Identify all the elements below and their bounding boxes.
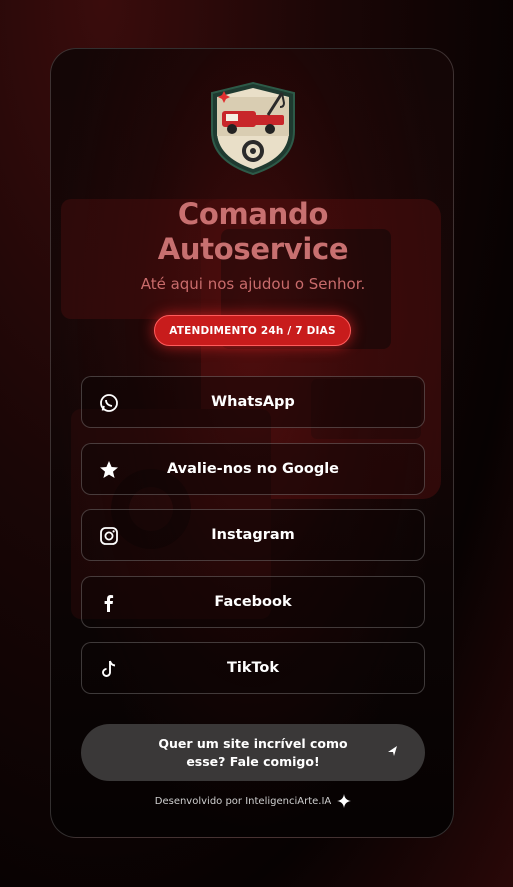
cursor-arrow-icon — [388, 746, 397, 756]
link-label: Instagram — [211, 527, 295, 543]
contact-developer-button[interactable]: Quer um site incrível como esse? Fale co… — [81, 724, 425, 781]
link-label: Avalie-nos no Google — [166, 460, 340, 477]
link-list: WhatsApp Avalie-nos no Google Instagram — [81, 376, 425, 709]
instagram-button[interactable]: Instagram — [81, 509, 425, 561]
availability-badge: ATENDIMENTO 24h / 7 DIAS — [154, 315, 351, 346]
google-review-button[interactable]: Avalie-nos no Google — [81, 442, 425, 495]
sparkle-icon — [337, 794, 352, 808]
star-icon — [98, 459, 120, 481]
profile-tagline: Até aqui nos ajudou o Senhor. — [140, 275, 366, 293]
link-label: WhatsApp — [211, 394, 295, 410]
profile-name: Comando Autoservice — [157, 197, 349, 266]
facebook-icon — [98, 592, 120, 614]
tiktok-icon — [98, 658, 120, 680]
link-label: TikTok — [226, 660, 280, 676]
link-label: Facebook — [214, 593, 292, 610]
tiktok-button[interactable]: TikTok — [81, 642, 425, 694]
whatsapp-icon — [98, 392, 120, 414]
link-card: Comando Autoservice Até aqui nos ajudou … — [50, 48, 454, 838]
cta-label: Quer um site incrível como esse? Fale co… — [158, 735, 348, 769]
facebook-button[interactable]: Facebook — [81, 575, 425, 628]
whatsapp-button[interactable]: WhatsApp — [81, 376, 425, 428]
footer-credit: Desenvolvido por InteligenciArte.IA — [51, 794, 453, 808]
footer-text: Desenvolvido por InteligenciArte.IA — [154, 795, 332, 807]
tow-truck-logo — [211, 81, 295, 176]
instagram-icon — [98, 525, 120, 547]
